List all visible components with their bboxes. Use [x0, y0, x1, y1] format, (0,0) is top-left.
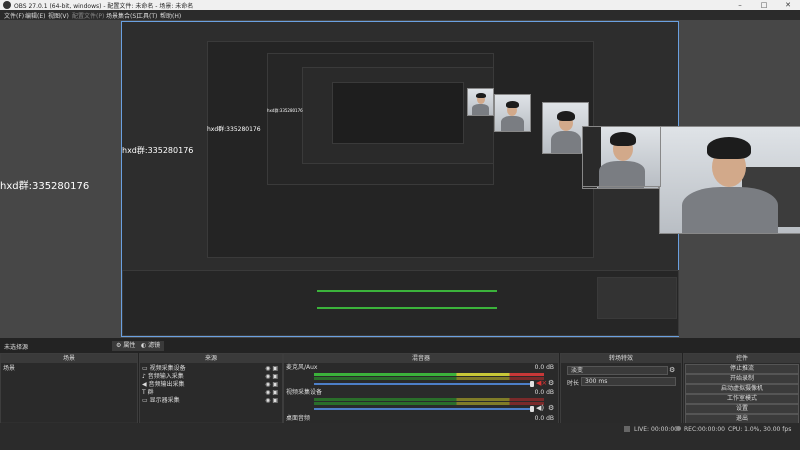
eye-lock-icon[interactable]: ◉ ▣: [265, 381, 278, 389]
webcam-mirror: [582, 126, 661, 187]
volume-fader[interactable]: [314, 383, 534, 385]
mixer-channel-name: 桌面音频: [286, 415, 311, 422]
webcam-thumbnail: [467, 88, 494, 116]
gear-icon[interactable]: ⚙: [548, 379, 554, 387]
monitor-icon: ▭: [142, 397, 148, 404]
filters-tab-label: 滤镜: [148, 342, 161, 349]
source-label: 音频输入采集: [147, 373, 184, 380]
nested-preview-frame: [332, 82, 464, 144]
close-button[interactable]: ✕: [776, 0, 800, 10]
stop-streaming-button[interactable]: 停止推流: [685, 364, 799, 374]
eye-lock-icon[interactable]: ◉ ▣: [265, 389, 278, 397]
menu-edit[interactable]: 编辑(E): [25, 11, 45, 20]
gear-icon[interactable]: ⚙: [669, 366, 675, 374]
source-item[interactable]: ▭ 视频采集设备 ◉ ▣: [142, 365, 280, 373]
source-item[interactable]: ◀ 音频输出采集 ◉ ▣: [142, 381, 280, 389]
speaker-muted-icon[interactable]: ◀×: [536, 379, 547, 387]
rec-time: 00:00:00: [698, 426, 725, 433]
volume-meter: [314, 373, 544, 376]
sources-header: 来源: [140, 354, 282, 363]
menu-scene-collection[interactable]: 场景集合(S): [106, 11, 139, 20]
nested-meter: [317, 307, 497, 309]
live-label: LIVE:: [634, 426, 650, 433]
nested-meter: [317, 290, 497, 292]
mic-icon: ♪: [142, 373, 146, 380]
scene-text-source: hxd群:335280176: [0, 181, 90, 192]
menu-file[interactable]: 文件(F): [4, 11, 24, 20]
menu-tools[interactable]: 工具(T): [137, 11, 157, 20]
source-label: 音频输出采集: [148, 381, 185, 388]
scene-text-echo-2: hxd群:335280176: [207, 126, 261, 133]
menu-bar: 文件(F) 编辑(E) 视图(V) 配置文件(P) 场景集合(S) 工具(T) …: [0, 10, 800, 20]
gear-icon: ⚙: [116, 342, 122, 349]
fader-handle[interactable]: [530, 381, 534, 387]
live-time: 00:00:00: [651, 426, 678, 433]
duration-label: 时长: [567, 380, 580, 387]
controls-header: 控件: [684, 354, 800, 363]
source-label: 视频采集设备: [149, 365, 186, 372]
cpu-fps: CPU: 1.0%, 30.00 fps: [728, 426, 792, 433]
source-item[interactable]: ▭ 显示器采集 ◉ ▣: [142, 397, 280, 405]
gear-icon[interactable]: ⚙: [548, 404, 554, 412]
nested-controls: [597, 277, 677, 319]
source-item[interactable]: T 群 ◉ ▣: [142, 389, 280, 397]
mixer-channel-db: 0.0 dB: [534, 389, 554, 396]
network-icon: [624, 426, 630, 432]
source-item[interactable]: ♪ 音频输入采集 ◉ ▣: [142, 373, 280, 381]
properties-tab-label: 属性: [123, 342, 136, 349]
eye-lock-icon[interactable]: ◉ ▣: [265, 365, 278, 373]
volume-meter: [314, 377, 544, 380]
obs-logo-icon: [3, 1, 11, 9]
transitions-header: 转场特效: [561, 354, 681, 363]
transition-type-select[interactable]: 淡变: [567, 366, 668, 375]
eye-lock-icon[interactable]: ◉ ▣: [265, 373, 278, 381]
source-label: 显示器采集: [149, 397, 180, 404]
rec-indicator-icon: [676, 426, 681, 431]
scene-text-echo: hxd群:335280176: [122, 146, 194, 155]
menu-profile[interactable]: 配置文件(P): [72, 11, 104, 20]
duration-input[interactable]: 300 ms: [581, 377, 676, 386]
speaker-icon: ◀: [142, 381, 147, 388]
title-bar: OBS 27.0.1 (64-bit, windows) - 配置文件: 未命名…: [0, 0, 800, 10]
mixer-channel-name: 视频采集设备: [286, 389, 323, 396]
mixer-channel-db: 0.0 dB: [534, 415, 554, 422]
webcam-source[interactable]: [659, 126, 800, 234]
text-icon: T: [142, 389, 146, 396]
webcam-thumbnail: [494, 94, 531, 132]
camera-icon: ▭: [142, 365, 148, 372]
filters-tab[interactable]: ◐ 滤镜: [137, 341, 165, 351]
eye-lock-icon[interactable]: ◉ ▣: [265, 397, 278, 405]
volume-fader[interactable]: [314, 408, 534, 410]
maximize-button[interactable]: □: [752, 0, 776, 10]
window-title: OBS 27.0.1 (64-bit, windows) - 配置文件: 未命名…: [14, 3, 194, 10]
volume-meter: [314, 398, 544, 401]
nested-dock-area: [122, 270, 679, 336]
rec-label: REC:: [684, 426, 699, 433]
source-label: 群: [147, 389, 154, 396]
start-recording-button[interactable]: 开始录制: [685, 374, 799, 384]
properties-tab[interactable]: ⚙ 属性: [112, 341, 140, 351]
mixer-channel-name: 麦克风/Aux: [286, 364, 318, 371]
scenes-header: 场景: [1, 354, 137, 363]
no-source-selected-label: 未选择源: [4, 344, 29, 351]
scene-item[interactable]: 场景: [3, 365, 135, 373]
scene-text-echo-3: hxd群:335280176: [267, 108, 303, 113]
menu-view[interactable]: 视图(V): [48, 11, 69, 20]
menu-help[interactable]: 帮助(H): [160, 11, 181, 20]
studio-mode-button[interactable]: 工作室模式: [685, 394, 799, 404]
mixer-header: 混音器: [284, 354, 558, 363]
filter-icon: ◐: [141, 342, 147, 349]
settings-button[interactable]: 设置: [685, 404, 799, 414]
minimize-button[interactable]: –: [728, 0, 752, 10]
mixer-channel-db: 0.0 dB: [534, 364, 554, 371]
speaker-icon[interactable]: ◀): [536, 404, 544, 412]
virtual-camera-button[interactable]: 启动虚拟摄像机: [685, 384, 799, 394]
fader-handle[interactable]: [530, 406, 534, 412]
volume-meter: [314, 402, 544, 405]
